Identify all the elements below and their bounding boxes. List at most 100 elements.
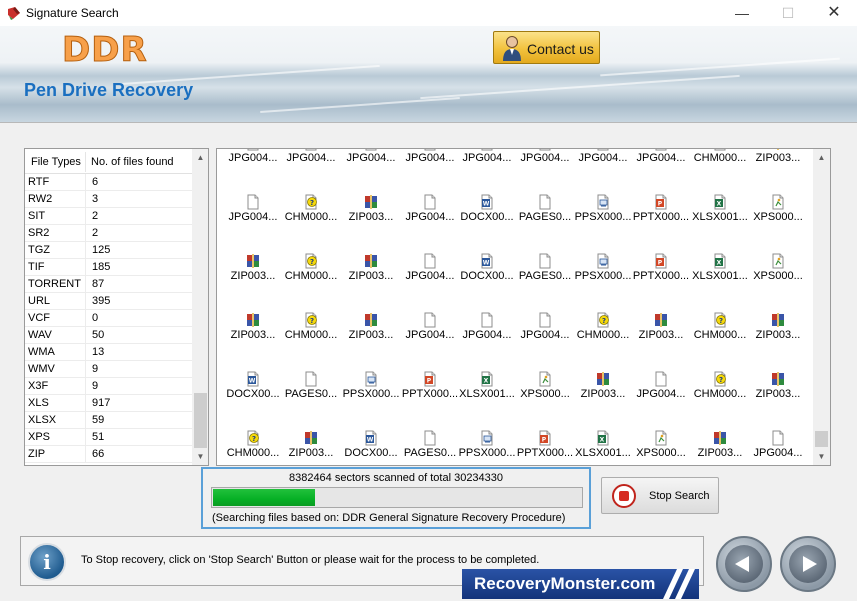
- file-item[interactable]: PPSX000...: [573, 194, 633, 252]
- file-item[interactable]: JPG004...: [573, 149, 633, 193]
- file-item[interactable]: X XLSX001...: [457, 371, 517, 429]
- stop-search-button[interactable]: Stop Search: [601, 477, 719, 514]
- file-type-row[interactable]: SR2 2: [25, 225, 193, 242]
- recoverymonster-banner[interactable]: RecoveryMonster.com: [462, 569, 699, 599]
- file-item[interactable]: JPG004...: [457, 149, 517, 193]
- file-item[interactable]: ? CHM000...: [281, 253, 341, 311]
- scroll-up-arrow[interactable]: ▲: [813, 149, 830, 166]
- file-item[interactable]: ? CHM000...: [690, 312, 750, 370]
- file-item[interactable]: W DOCX00...: [223, 371, 283, 429]
- file-type-row[interactable]: RW2 3: [25, 191, 193, 208]
- file-item[interactable]: JPG004...: [631, 371, 691, 429]
- file-item[interactable]: JPG004...: [457, 312, 517, 370]
- file-item[interactable]: ZIP003...: [748, 149, 808, 193]
- file-type-row[interactable]: RTF 6: [25, 174, 193, 191]
- file-type-row[interactable]: WAV 50: [25, 327, 193, 344]
- file-item[interactable]: XPS000...: [748, 253, 808, 311]
- column-header-files-found[interactable]: No. of files found: [91, 156, 174, 168]
- recovered-files-grid[interactable]: JPG004... JPG004... JPG004... JPG004... JPG0…: [216, 148, 831, 466]
- column-header-file-types[interactable]: File Types: [31, 156, 81, 168]
- grid-scrollbar[interactable]: ▲ ▼: [813, 149, 830, 465]
- file-item[interactable]: W DOCX00...: [457, 253, 517, 311]
- file-item[interactable]: JPG004...: [400, 194, 460, 252]
- file-type-row[interactable]: WMA 13: [25, 344, 193, 361]
- file-item[interactable]: X XLSX001...: [573, 430, 633, 465]
- file-item[interactable]: JPG004...: [223, 194, 283, 252]
- file-item[interactable]: W DOCX00...: [341, 430, 401, 465]
- back-button[interactable]: [716, 536, 772, 592]
- file-item[interactable]: ? CHM000...: [573, 312, 633, 370]
- file-item[interactable]: ZIP003...: [748, 312, 808, 370]
- scroll-thumb[interactable]: [194, 393, 207, 448]
- file-type-row[interactable]: URL 395: [25, 293, 193, 310]
- file-item[interactable]: ZIP003...: [341, 312, 401, 370]
- file-item[interactable]: PPSX000...: [573, 253, 633, 311]
- file-item[interactable]: JPG004...: [515, 149, 575, 193]
- file-item[interactable]: PPSX000...: [457, 430, 517, 465]
- file-name: ZIP003...: [288, 447, 334, 459]
- file-item[interactable]: JPG004...: [400, 149, 460, 193]
- file-item[interactable]: JPG004...: [515, 312, 575, 370]
- file-item[interactable]: JPG004...: [341, 149, 401, 193]
- file-item[interactable]: ZIP003...: [690, 430, 750, 465]
- file-item[interactable]: P PPTX000...: [631, 194, 691, 252]
- file-item[interactable]: JPG004...: [400, 253, 460, 311]
- file-item[interactable]: XPS000...: [748, 194, 808, 252]
- file-item[interactable]: ZIP003...: [748, 371, 808, 429]
- file-item[interactable]: JPG004...: [281, 149, 341, 193]
- file-item[interactable]: PAGES0...: [400, 430, 460, 465]
- file-item[interactable]: ZIP003...: [573, 371, 633, 429]
- file-item[interactable]: JPG004...: [223, 149, 283, 193]
- file-item[interactable]: ? CHM000...: [690, 149, 750, 193]
- file-item[interactable]: JPG004...: [631, 149, 691, 193]
- file-type-row[interactable]: SIT 2: [25, 208, 193, 225]
- maximize-button[interactable]: ☐: [765, 0, 811, 26]
- svg-text:P: P: [427, 378, 432, 385]
- list-scrollbar[interactable]: ▲ ▼: [192, 149, 208, 465]
- file-item[interactable]: PAGES0...: [281, 371, 341, 429]
- file-item[interactable]: PPSX000...: [341, 371, 401, 429]
- scroll-down-arrow[interactable]: ▼: [813, 448, 830, 465]
- file-item[interactable]: ZIP003...: [341, 194, 401, 252]
- file-type-row[interactable]: TGZ 125: [25, 242, 193, 259]
- file-type-row[interactable]: WMV 9: [25, 361, 193, 378]
- file-item[interactable]: ? CHM000...: [281, 194, 341, 252]
- minimize-button[interactable]: —: [719, 0, 765, 26]
- file-type-row[interactable]: XLSX 59: [25, 412, 193, 429]
- scroll-down-arrow[interactable]: ▼: [192, 448, 208, 465]
- file-type-row[interactable]: ZIP 66: [25, 446, 193, 463]
- file-item[interactable]: ZIP003...: [341, 253, 401, 311]
- file-type-row[interactable]: XLS 917: [25, 395, 193, 412]
- close-button[interactable]: ✕: [811, 0, 857, 26]
- file-types-list[interactable]: File Types No. of files found RTF 6 RW2 3 SI…: [24, 148, 209, 466]
- file-item[interactable]: PAGES0...: [515, 194, 575, 252]
- contact-us-button[interactable]: Contact us: [493, 31, 600, 64]
- svg-text:P: P: [658, 260, 663, 267]
- file-type-row[interactable]: VCF 0: [25, 310, 193, 327]
- file-item[interactable]: JPG004...: [748, 430, 808, 465]
- file-item[interactable]: XPS000...: [631, 430, 691, 465]
- file-item[interactable]: X XLSX001...: [690, 253, 750, 311]
- file-item[interactable]: X XLSX001...: [690, 194, 750, 252]
- scroll-up-arrow[interactable]: ▲: [192, 149, 208, 166]
- file-item[interactable]: ? CHM000...: [281, 312, 341, 370]
- file-item[interactable]: P PPTX000...: [400, 371, 460, 429]
- file-item[interactable]: ZIP003...: [281, 430, 341, 465]
- file-item[interactable]: W DOCX00...: [457, 194, 517, 252]
- file-item[interactable]: ? CHM000...: [223, 430, 283, 465]
- file-item[interactable]: ZIP003...: [631, 312, 691, 370]
- file-type-row[interactable]: X3F 9: [25, 378, 193, 395]
- file-type-row[interactable]: XPS 51: [25, 429, 193, 446]
- next-button[interactable]: [780, 536, 836, 592]
- file-item[interactable]: P PPTX000...: [515, 430, 575, 465]
- file-item[interactable]: PAGES0...: [515, 253, 575, 311]
- file-item[interactable]: ZIP003...: [223, 312, 283, 370]
- file-type-row[interactable]: TIF 185: [25, 259, 193, 276]
- file-item[interactable]: ZIP003...: [223, 253, 283, 311]
- scroll-thumb[interactable]: [815, 431, 828, 447]
- file-item[interactable]: P PPTX000...: [631, 253, 691, 311]
- file-item[interactable]: ? CHM000...: [690, 371, 750, 429]
- file-type-row[interactable]: TORRENT 87: [25, 276, 193, 293]
- file-item[interactable]: JPG004...: [400, 312, 460, 370]
- file-item[interactable]: XPS000...: [515, 371, 575, 429]
